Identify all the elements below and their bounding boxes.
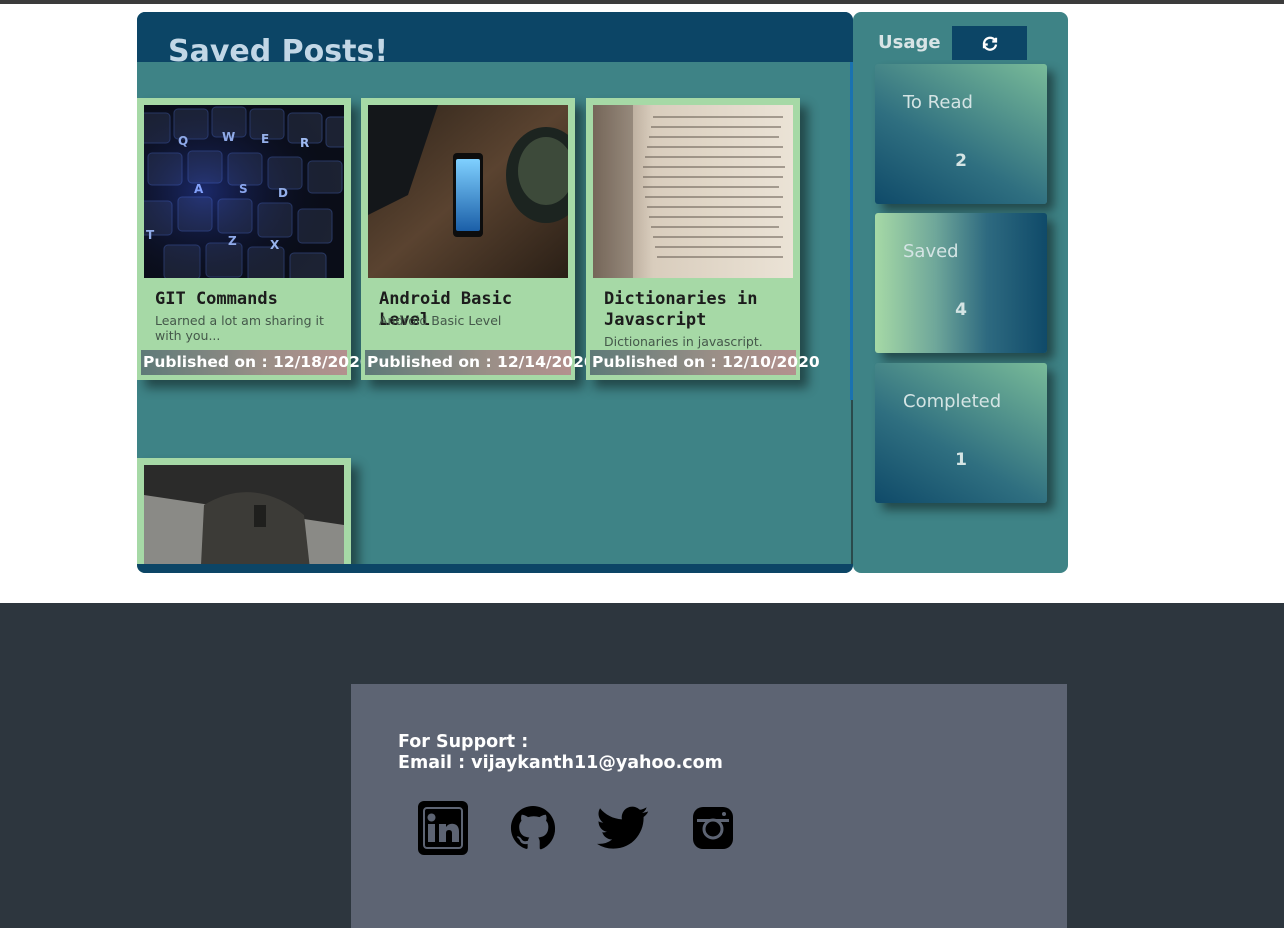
linkedin-icon bbox=[418, 801, 468, 855]
stat-card-to-read[interactable]: To Read 2 bbox=[875, 64, 1047, 204]
instagram-icon bbox=[693, 807, 733, 849]
usage-panel: Usage To Read 2 Saved 4 Completed 1 bbox=[853, 12, 1068, 573]
support-box: For Support : Email : vijaykanth11@yahoo… bbox=[351, 684, 1067, 928]
stat-value: 1 bbox=[955, 450, 967, 470]
post-published-date: Published on : 12/18/2020 bbox=[141, 350, 371, 375]
post-title[interactable]: Dictionaries in Javascript bbox=[604, 289, 789, 331]
stat-label: Completed bbox=[903, 391, 1002, 412]
refresh-icon bbox=[982, 36, 997, 51]
post-published-date: Published on : 12/10/2020 bbox=[590, 350, 820, 375]
stat-value: 4 bbox=[955, 300, 967, 320]
github-link[interactable] bbox=[506, 800, 560, 856]
saved-posts-panel: Saved Posts! QWER ASD TZX GIT Commands L… bbox=[137, 12, 853, 573]
linkedin-link[interactable] bbox=[416, 800, 470, 856]
refresh-button[interactable] bbox=[952, 26, 1027, 60]
twitter-link[interactable] bbox=[596, 800, 650, 856]
twitter-icon bbox=[597, 806, 649, 849]
post-description: Dictionaries in javascript. bbox=[604, 334, 763, 349]
post-image-backpack bbox=[144, 465, 344, 573]
post-title[interactable]: GIT Commands bbox=[155, 289, 340, 310]
posts-footer-bar bbox=[137, 564, 853, 573]
stat-card-saved[interactable]: Saved 4 bbox=[875, 213, 1047, 353]
post-description: Android Basic Level bbox=[379, 313, 502, 328]
stat-label: To Read bbox=[903, 92, 973, 113]
footer: For Support : Email : vijaykanth11@yahoo… bbox=[0, 603, 1284, 928]
post-card[interactable]: QWER ASD TZX GIT Commands Learned a lot … bbox=[137, 98, 371, 380]
instagram-link[interactable] bbox=[686, 800, 740, 856]
post-image-smartphone bbox=[368, 105, 568, 278]
github-icon bbox=[510, 805, 556, 850]
post-card[interactable]: Dictionaries in Javascript Dictionaries … bbox=[586, 98, 820, 380]
post-image-dictionary bbox=[593, 105, 793, 278]
usage-label: Usage bbox=[878, 32, 941, 53]
stat-value: 2 bbox=[955, 151, 967, 171]
page-title: Saved Posts! bbox=[168, 34, 389, 69]
top-divider bbox=[0, 0, 1284, 4]
post-card[interactable] bbox=[137, 458, 351, 573]
support-email[interactable]: Email : vijaykanth11@yahoo.com bbox=[398, 753, 723, 774]
post-published-date: Published on : 12/14/2020 bbox=[365, 350, 595, 375]
stat-card-completed[interactable]: Completed 1 bbox=[875, 363, 1047, 503]
post-description: Learned a lot am sharing it with you... bbox=[155, 313, 324, 343]
stat-label: Saved bbox=[903, 241, 959, 262]
support-label: For Support : bbox=[398, 732, 529, 752]
post-image-keyboard: QWER ASD TZX bbox=[144, 105, 344, 278]
post-card[interactable]: Android Basic Level Android Basic Level … bbox=[361, 98, 595, 380]
